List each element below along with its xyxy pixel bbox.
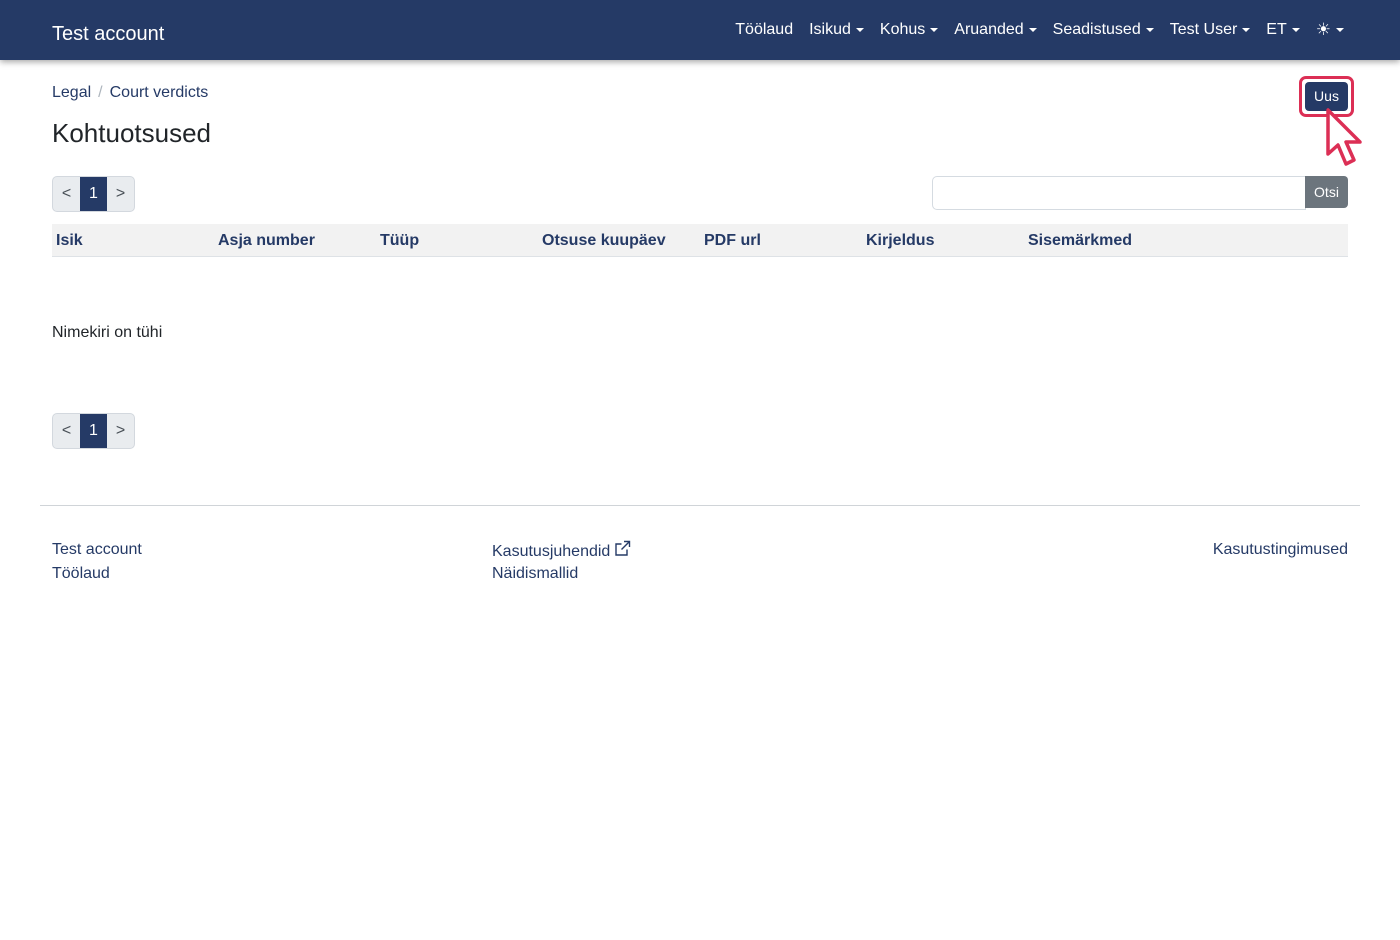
top-navbar: Test account Töölaud Isikud Kohus Aruand… — [0, 0, 1400, 60]
column-header[interactable]: Isik — [56, 231, 83, 251]
caret-down-icon — [1336, 28, 1344, 32]
nav-item-label: Isikud — [809, 21, 851, 38]
caret-down-icon — [855, 28, 864, 32]
footer-link-dashboard[interactable]: Töölaud — [52, 564, 110, 584]
search-input[interactable] — [932, 176, 1306, 210]
footer-link-terms[interactable]: Kasutustingimused — [1213, 540, 1348, 560]
footer-divider — [40, 505, 1360, 506]
nav-item-dashboard[interactable]: Töölaud — [735, 20, 793, 40]
external-link-icon — [615, 540, 631, 556]
nav-item-reports[interactable]: Aruanded — [954, 20, 1037, 40]
sun-icon: ☀ — [1315, 20, 1331, 39]
pagination-next[interactable]: > — [107, 177, 134, 211]
nav-item-label: Test User — [1169, 21, 1238, 38]
breadcrumb-current: Court verdicts — [109, 84, 209, 101]
caret-down-icon — [1242, 28, 1251, 32]
caret-down-icon — [930, 28, 939, 32]
pagination-page[interactable]: 1 — [80, 414, 107, 448]
nav-item-theme[interactable]: ☀ — [1316, 20, 1344, 40]
caret-down-icon — [1028, 28, 1037, 32]
brand-link[interactable]: Test account — [52, 21, 164, 47]
nav-menu: Töölaud Isikud Kohus Aruanded Seadistuse… — [735, 0, 1344, 60]
nav-item-settings[interactable]: Seadistused — [1053, 20, 1154, 40]
mouse-pointer-icon — [1326, 108, 1362, 166]
column-header[interactable]: Kirjeldus — [866, 231, 934, 251]
pagination-top: < 1 > — [52, 176, 135, 212]
empty-list-message: Nimekiri on tühi — [52, 324, 163, 341]
footer-link-user-guides[interactable]: Kasutusjuhendid — [492, 540, 631, 562]
column-header[interactable]: Sisemärkmed — [1028, 231, 1132, 251]
column-header[interactable]: PDF url — [704, 231, 761, 251]
pagination-bottom: < 1 > — [52, 413, 135, 449]
footer-link-templates[interactable]: Näidismallid — [492, 564, 578, 584]
pagination-prev[interactable]: < — [53, 414, 80, 448]
nav-item-label: ET — [1266, 21, 1287, 38]
pagination-prev[interactable]: < — [53, 177, 80, 211]
breadcrumb-legal[interactable]: Legal — [52, 83, 91, 103]
nav-item-court[interactable]: Kohus — [879, 20, 939, 40]
footer-link-account[interactable]: Test account — [52, 540, 142, 560]
pagination-next[interactable]: > — [107, 414, 134, 448]
nav-item-label: Aruanded — [954, 21, 1024, 38]
nav-item-language[interactable]: ET — [1266, 20, 1300, 40]
page-title: Kohtuotsused — [52, 118, 212, 148]
nav-item-persons[interactable]: Isikud — [809, 20, 864, 40]
breadcrumb: Legal / Court verdicts — [52, 83, 208, 103]
nav-item-label: Töölaud — [735, 21, 794, 38]
new-button[interactable]: Uus — [1305, 82, 1348, 111]
column-header[interactable]: Asja number — [218, 231, 315, 251]
caret-down-icon — [1291, 28, 1300, 32]
column-header[interactable]: Otsuse kuupäev — [542, 231, 666, 251]
nav-item-user[interactable]: Test User — [1170, 20, 1251, 40]
breadcrumb-separator: / — [98, 84, 103, 101]
table-header: Isik Asja number Tüüp Otsuse kuupäev PDF… — [52, 224, 1348, 257]
column-header[interactable]: Tüüp — [380, 231, 419, 251]
nav-item-label: Kohus — [879, 21, 926, 38]
search-button[interactable]: Otsi — [1305, 176, 1348, 208]
pagination-page[interactable]: 1 — [80, 177, 107, 211]
caret-down-icon — [1145, 28, 1154, 32]
footer-link-label: Kasutusjuhendid — [492, 543, 611, 560]
nav-item-label: Seadistused — [1052, 21, 1141, 38]
